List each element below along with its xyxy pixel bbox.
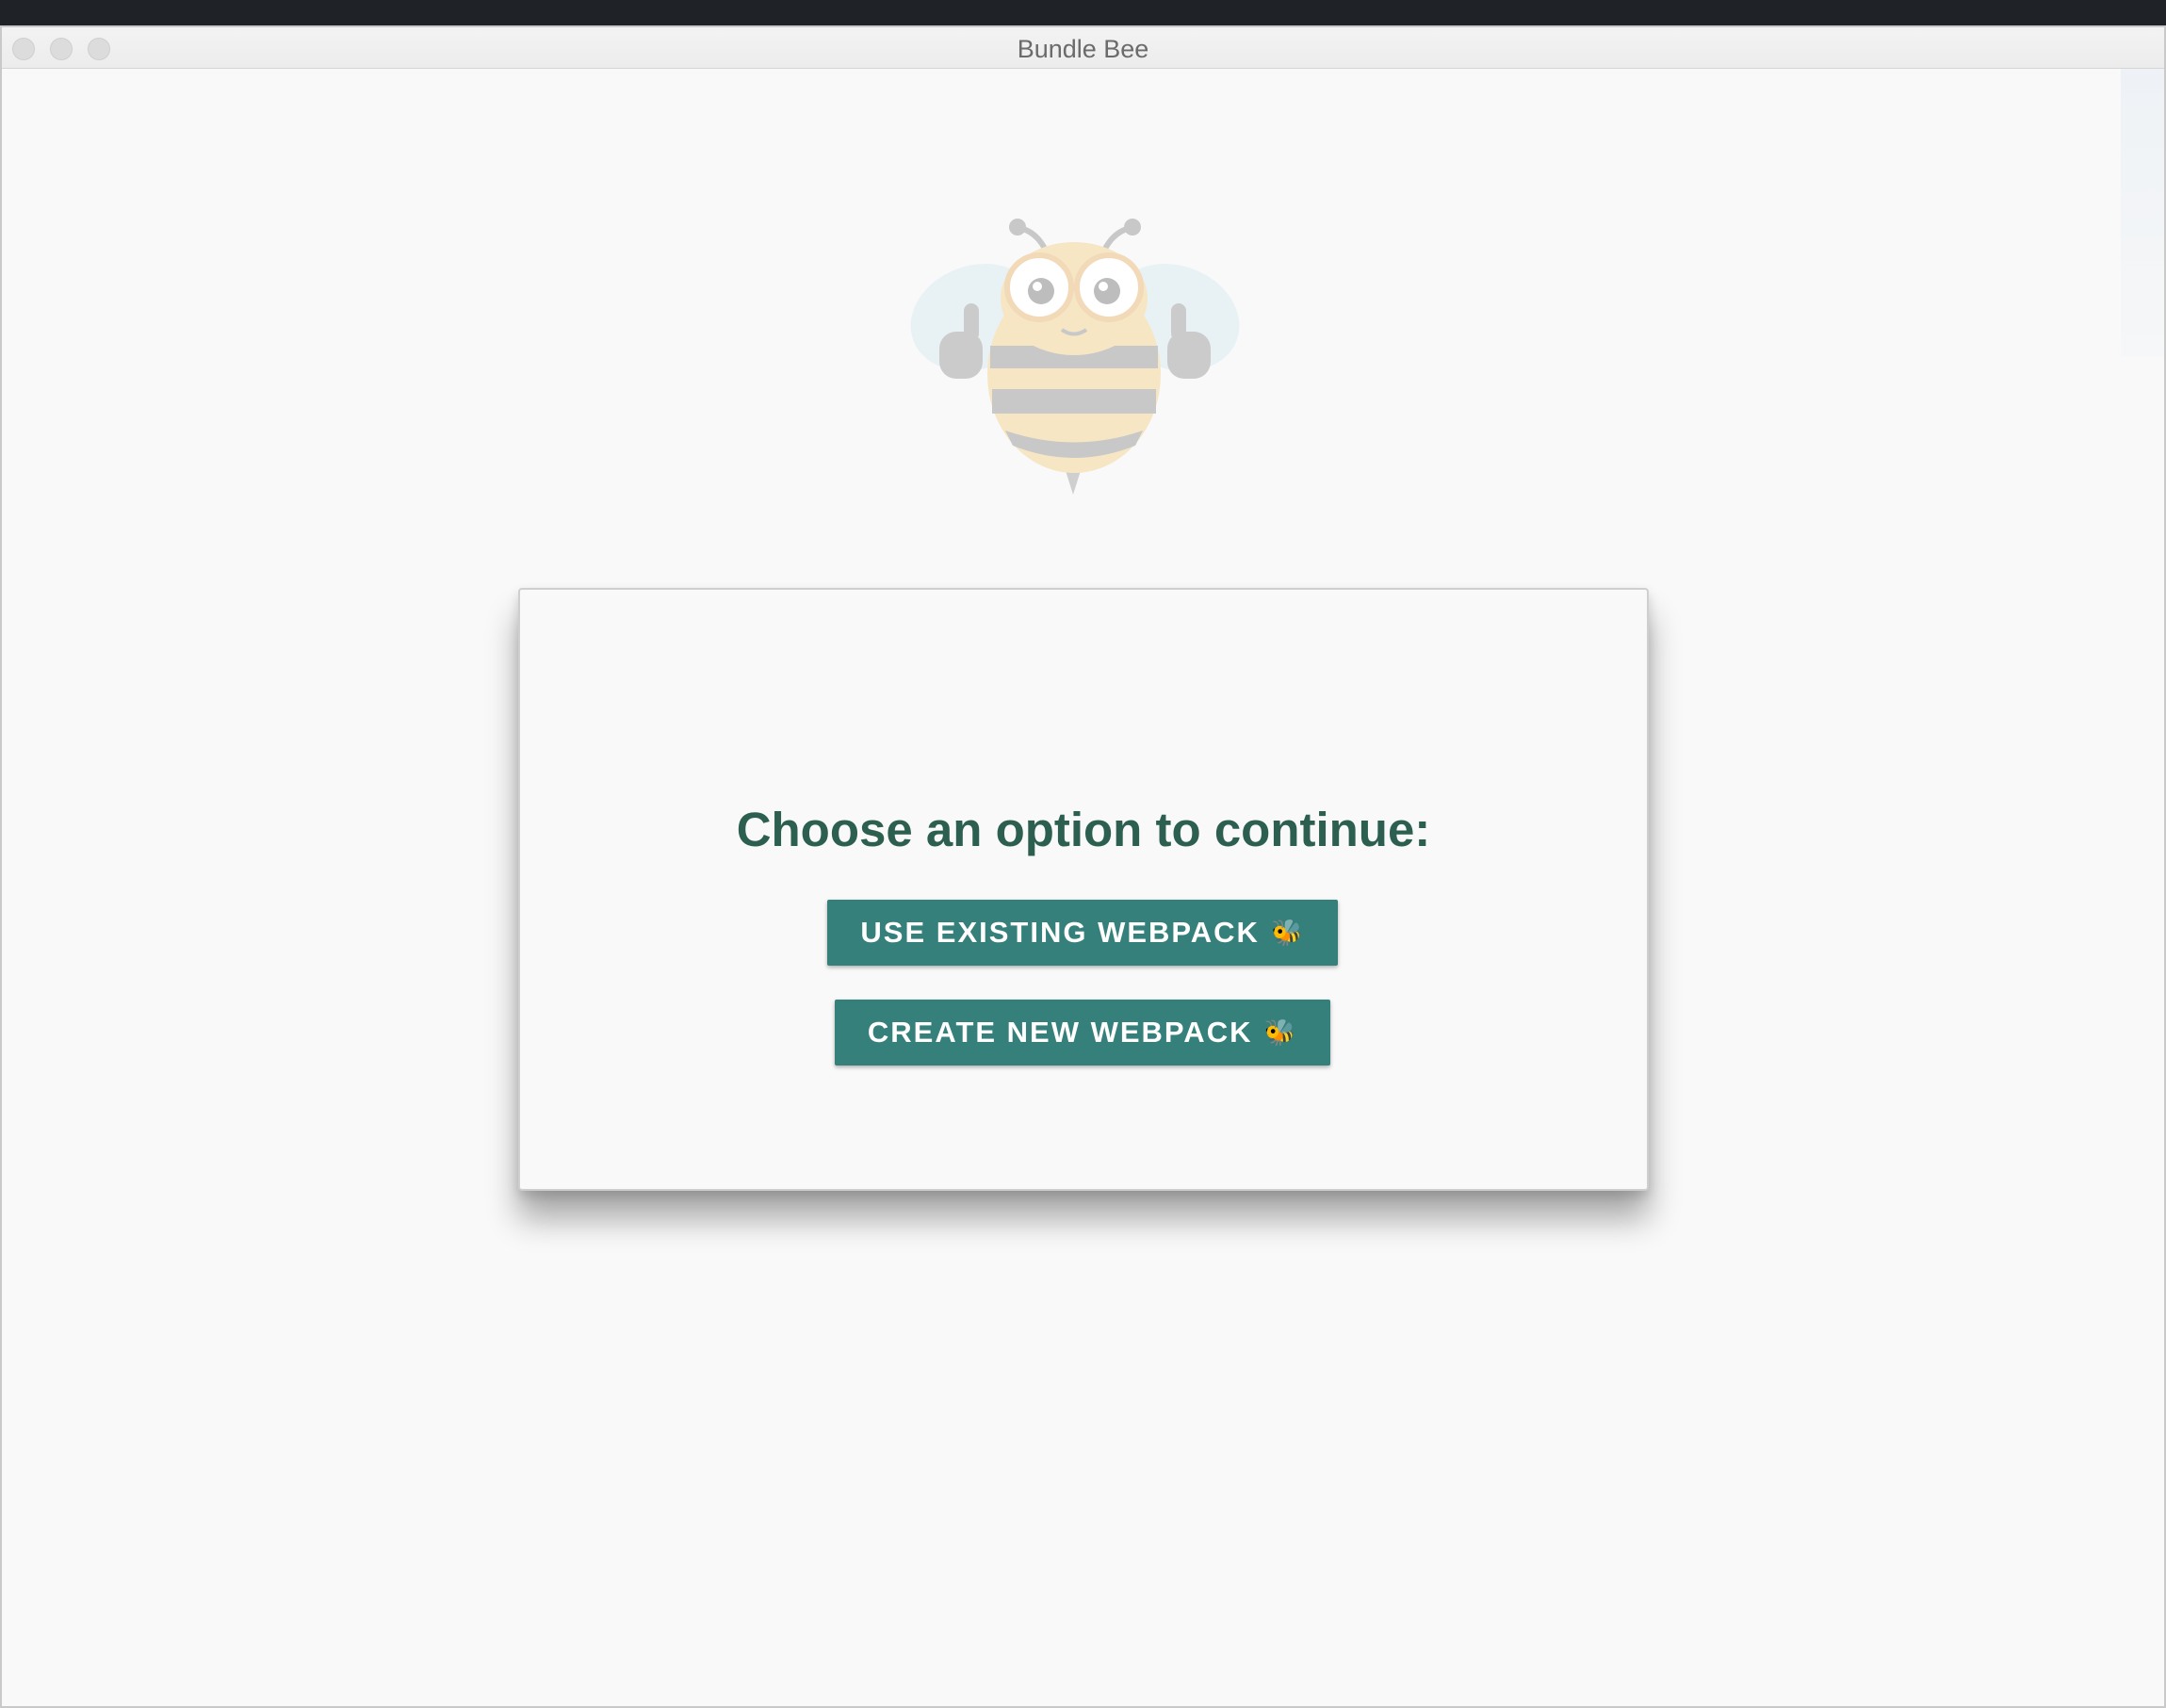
option-card: Choose an option to continue: USE EXISTI… <box>518 588 1649 1191</box>
side-panel-edge <box>2121 69 2164 357</box>
bee-icon: 🐝 <box>1263 1018 1298 1048</box>
use-existing-webpack-button[interactable]: USE EXISTING WEBPACK 🐝 <box>827 900 1338 966</box>
page-title: Choose an option to continue: <box>736 803 1431 856</box>
window-title: Bundle Bee <box>1017 35 1149 63</box>
window-titlebar[interactable]: Bundle Bee <box>2 27 2164 69</box>
desktop-menubar <box>0 0 2166 26</box>
create-new-webpack-button[interactable]: CREATE NEW WEBPACK 🐝 <box>835 1000 1330 1065</box>
use-existing-webpack-label: USE EXISTING WEBPACK <box>860 916 1260 949</box>
create-new-webpack-label: CREATE NEW WEBPACK <box>867 1016 1253 1049</box>
bee-mascot-icon <box>910 219 1240 495</box>
bee-icon: 🐝 <box>1270 919 1305 948</box>
app-window: Bundle Bee Choose an option to continue:… <box>0 25 2166 1708</box>
